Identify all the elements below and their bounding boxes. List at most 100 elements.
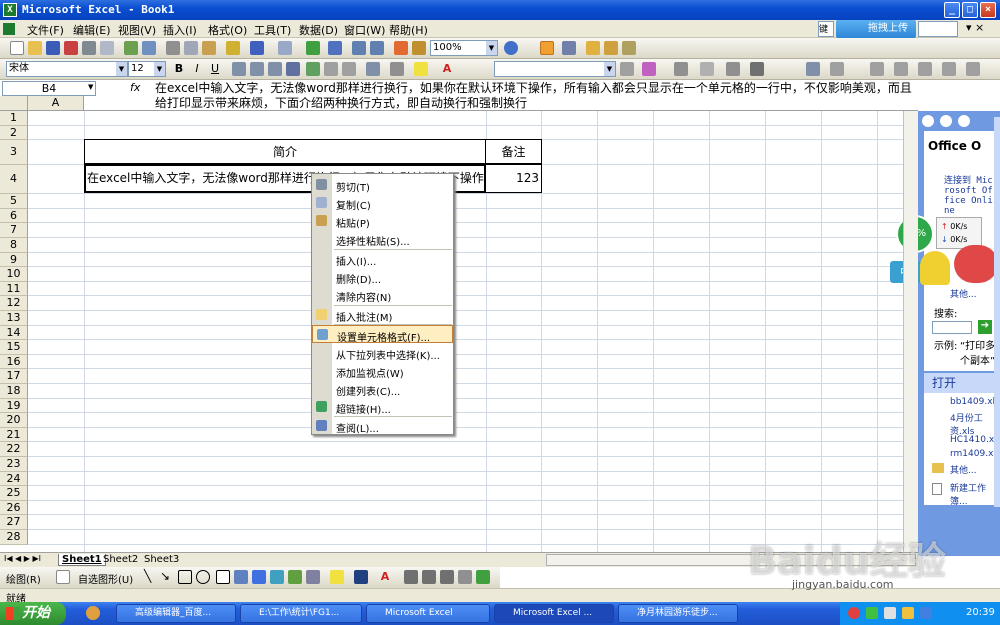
picture-icon[interactable] [306, 570, 320, 584]
row-header[interactable]: 5 [0, 194, 28, 209]
tab-sheet2[interactable]: Sheet2 [103, 554, 138, 565]
format-painter-icon[interactable] [226, 41, 240, 55]
draw-menu[interactable]: 绘图(R) [6, 571, 41, 586]
line-icon[interactable]: ╲ [144, 569, 151, 583]
addin-icon-6[interactable] [750, 62, 764, 76]
menu-insert[interactable]: 插入(I)... [312, 250, 453, 268]
undo-icon[interactable] [250, 41, 264, 55]
autosum-icon[interactable] [328, 41, 342, 55]
addin-lock4-icon[interactable] [622, 41, 636, 55]
fx-icon[interactable]: fx [130, 81, 140, 94]
office-online-link[interactable]: 连接到 Microsoft Office Online [944, 173, 998, 216]
menu-lookup[interactable]: 查阅(L)... [312, 417, 453, 435]
row-header[interactable]: 1 [0, 111, 28, 126]
tab-sheet3[interactable]: Sheet3 [144, 554, 179, 565]
back-icon[interactable] [922, 115, 934, 127]
row-header[interactable]: 27 [0, 515, 28, 530]
addin-lock2-icon[interactable] [586, 41, 600, 55]
addin-lock3-icon[interactable] [604, 41, 618, 55]
3d-icon[interactable] [476, 570, 490, 584]
task-excel-1[interactable]: Microsoft Excel [366, 604, 490, 623]
excel-app-icon[interactable]: X [3, 3, 17, 17]
shadow-icon[interactable] [458, 570, 472, 584]
comma-icon[interactable] [342, 62, 356, 76]
upload-button[interactable]: 拖拽上传 [836, 20, 916, 38]
task-browser[interactable]: 净月林园游乐徒步... [618, 604, 738, 623]
recent-file-1[interactable]: bb1409.xls [950, 397, 1000, 407]
indent-icon[interactable] [366, 62, 380, 76]
research-icon[interactable] [142, 41, 156, 55]
menu-clear-contents[interactable]: 清除内容(N) [312, 286, 453, 304]
currency-icon[interactable] [306, 62, 320, 76]
row-header[interactable]: 8 [0, 238, 28, 253]
recent-file-3[interactable]: HC1410.xls [950, 435, 1000, 445]
row-header[interactable]: 16 [0, 354, 28, 370]
italic-icon[interactable]: I [190, 62, 204, 76]
line-color-icon[interactable] [354, 570, 368, 584]
bold-icon[interactable]: B [172, 62, 186, 76]
fill-color-draw-icon[interactable] [330, 570, 344, 584]
addin-icon-10[interactable] [894, 62, 908, 76]
copy-icon[interactable] [184, 41, 198, 55]
task-editor[interactable]: 高级编辑器_百度... [116, 604, 236, 623]
new-icon[interactable] [10, 41, 24, 55]
cell-b3-intro-header[interactable]: 简介 [84, 139, 486, 164]
menu-delete[interactable]: 删除(D)... [312, 268, 453, 286]
vertical-textbox-icon[interactable] [234, 570, 248, 584]
addin-icon-9[interactable] [870, 62, 884, 76]
menu-insert-comment[interactable]: 插入批注(M) [312, 306, 453, 324]
row-header[interactable]: 18 [0, 384, 28, 399]
underline-icon[interactable]: U [208, 62, 222, 76]
addin-icon-4[interactable] [700, 62, 714, 76]
addin-icon-7[interactable] [806, 62, 820, 76]
row-header[interactable]: 9 [0, 252, 28, 268]
row-header[interactable]: 17 [0, 369, 28, 384]
tab-sheet1[interactable]: Sheet1 [58, 554, 106, 566]
task-explorer[interactable]: E:\工作\统计\FG1... [240, 604, 362, 623]
vertical-scrollbar[interactable] [903, 111, 918, 552]
row-header[interactable]: 25 [0, 486, 28, 501]
cell-c3-note-header[interactable]: 备注 [485, 139, 542, 164]
style-select[interactable]: ▼ [494, 61, 616, 77]
menu-view[interactable]: 视图(V) [118, 22, 156, 38]
menu-file[interactable]: 文件(F) [27, 22, 64, 38]
arrow-style-icon[interactable] [440, 570, 454, 584]
print-preview-icon[interactable] [100, 41, 114, 55]
open-other-link[interactable]: 其他... [950, 463, 977, 476]
tab-nav-icons[interactable]: I◀ ◀ ▶ ▶I [4, 554, 41, 563]
line-style-icon[interactable] [404, 570, 418, 584]
menu-pick-from-list[interactable]: 从下拉列表中选择(K)... [312, 344, 453, 362]
menu-edit[interactable]: 编辑(E) [73, 22, 111, 38]
menu-insert[interactable]: 插入(I) [163, 22, 197, 38]
select-objects-icon[interactable] [56, 570, 70, 584]
sort-descending-icon[interactable] [370, 41, 384, 55]
row-header[interactable]: 3 [0, 140, 28, 166]
open-icon[interactable] [28, 41, 42, 55]
row-header[interactable]: 19 [0, 398, 28, 414]
align-left-icon[interactable] [232, 62, 246, 76]
cut-icon[interactable] [166, 41, 180, 55]
recent-file-4[interactable]: rm1409.xls [950, 449, 1000, 459]
font-color-icon[interactable]: A [440, 62, 454, 76]
paste-icon[interactable] [202, 41, 216, 55]
addin-icon-13[interactable] [966, 62, 980, 76]
row-header[interactable]: 6 [0, 208, 28, 224]
row-header[interactable]: 11 [0, 281, 28, 297]
menu-help[interactable]: 帮助(H) [389, 22, 428, 38]
column-header-a[interactable]: A [28, 96, 84, 111]
addin-icon-12[interactable] [942, 62, 956, 76]
forward-icon[interactable] [940, 115, 952, 127]
row-header[interactable]: 13 [0, 311, 28, 326]
font-select[interactable]: 宋体 ▼ [6, 61, 128, 77]
addin-icon-3[interactable] [674, 62, 688, 76]
worksheet-grid[interactable]: 1 2 3 4 5 6 7 8 9 10 11 12 13 14 15 16 17 18 19 20 21 22 23 24 2… [0, 111, 918, 552]
row-header[interactable]: 15 [0, 340, 28, 355]
row-header[interactable]: 23 [0, 457, 28, 472]
tray-volume-icon[interactable] [884, 607, 896, 619]
zoom-select[interactable]: 100% ▼ [430, 40, 498, 56]
chevron-down-icon[interactable]: ▼ [88, 83, 93, 91]
excel-doc-icon[interactable] [3, 23, 15, 35]
arrow-icon[interactable]: ↘ [160, 569, 170, 583]
menu-format[interactable]: 格式(O) [208, 22, 247, 38]
tray-security-icon[interactable] [902, 607, 914, 619]
